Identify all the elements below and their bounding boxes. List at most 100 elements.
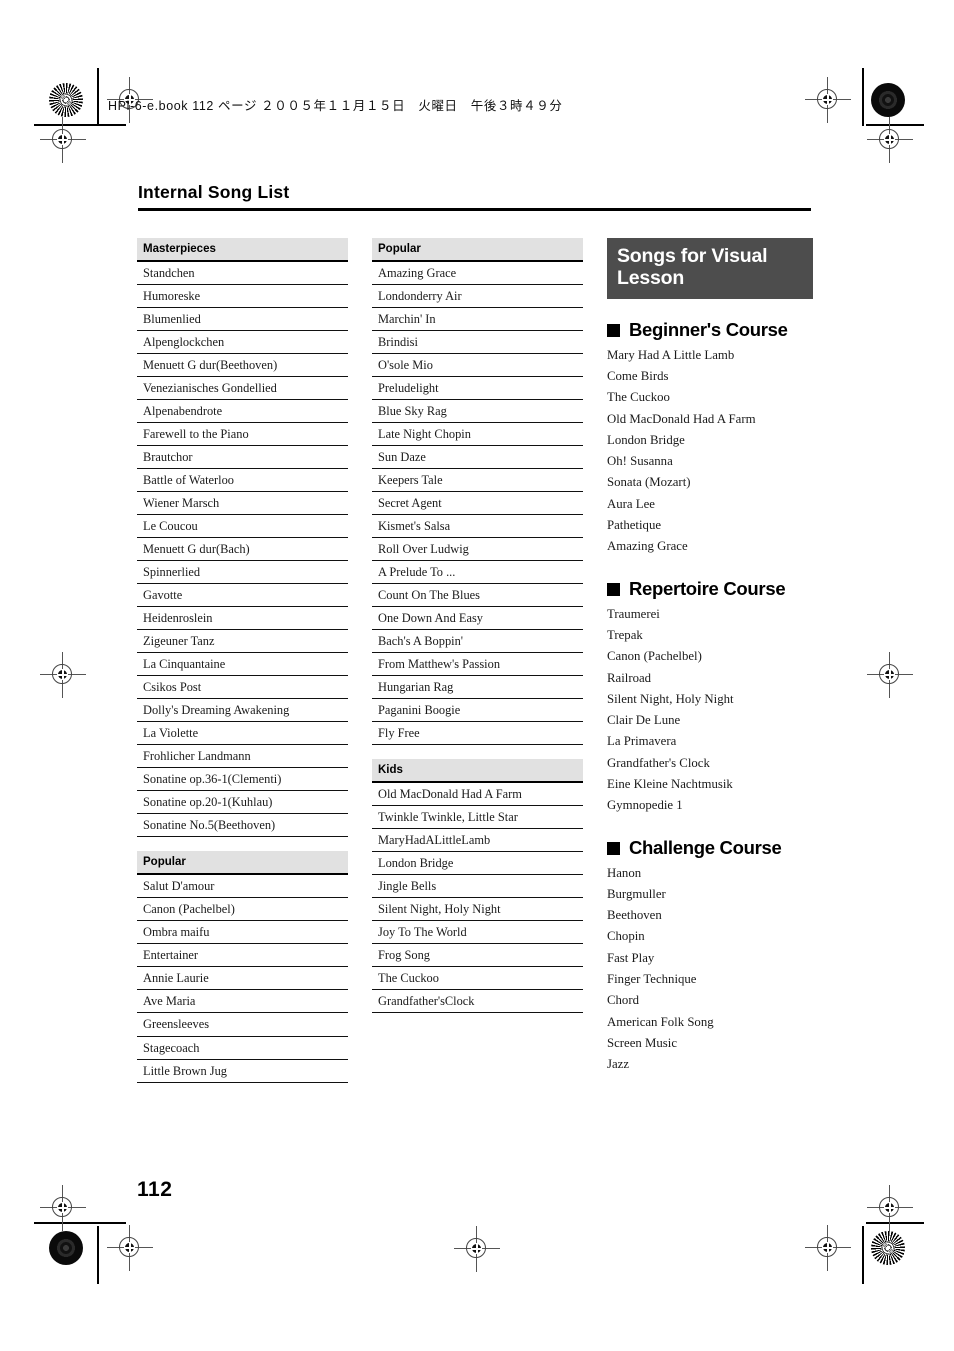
song-title: Little Brown Jug xyxy=(137,1059,348,1083)
table-row: Le Coucou xyxy=(137,514,348,539)
table-row: Amazing Grace xyxy=(372,261,583,286)
song-title: Humoreske xyxy=(137,284,348,309)
table-row: Brautchor xyxy=(137,445,348,470)
list-item: Grandfather's Clock xyxy=(607,755,710,770)
table-row: Old MacDonald Had A Farm xyxy=(372,782,583,807)
list-item: Come Birds xyxy=(607,368,669,383)
table-header-kids: Kids xyxy=(372,759,583,784)
table-row: Frog Song xyxy=(372,943,583,968)
course-song-list: Traumerei Trepak Canon (Pachelbel) Railroad… xyxy=(607,604,823,817)
list-item: Traumerei xyxy=(607,606,660,621)
song-title: From Matthew's Passion xyxy=(372,652,583,677)
table-row: Spinnerlied xyxy=(137,560,348,585)
song-title: Marchin' In xyxy=(372,307,583,332)
table-row: MaryHadALittleLamb xyxy=(372,828,583,853)
table-row: Alpenglockchen xyxy=(137,330,348,355)
table-row: Gavotte xyxy=(137,583,348,608)
song-title: Brindisi xyxy=(372,330,583,355)
song-title: Annie Laurie xyxy=(137,966,348,991)
table-row: Little Brown Jug xyxy=(137,1059,348,1083)
list-item: Trepak xyxy=(607,627,643,642)
song-title: Roll Over Ludwig xyxy=(372,537,583,562)
table-row: Late Night Chopin xyxy=(372,422,583,447)
table-row: A Prelude To ... xyxy=(372,560,583,585)
song-title: Grandfather'sClock xyxy=(372,989,583,1014)
song-title: Stagecoach xyxy=(137,1036,348,1060)
table-row: Blumenlied xyxy=(137,307,348,332)
song-title: Zigeuner Tanz xyxy=(137,629,348,654)
table-row: Sonatine op.20-1(Kuhlau) xyxy=(137,790,348,815)
table-row: Preludelight xyxy=(372,376,583,401)
song-title: Sun Daze xyxy=(372,445,583,470)
song-title: Alpenabendrote xyxy=(137,399,348,424)
table-body-kids: Old MacDonald Had A Farm Twinkle Twinkle,… xyxy=(372,782,583,1014)
table-row: Csikos Post xyxy=(137,675,348,700)
course-song-list: Hanon Burgmuller Beethoven Chopin Fast Play F… xyxy=(607,863,823,1076)
song-title: Alpenglockchen xyxy=(137,330,348,355)
document-page: HPi-6-e.book 112 ページ ２００５年１１月１５日 火曜日 午後３… xyxy=(0,0,954,1351)
column-one: Masterpieces Standchen Humoreske Blumenlie… xyxy=(137,238,348,1097)
table-row: Hungarian Rag xyxy=(372,675,583,700)
song-title: Preludelight xyxy=(372,376,583,401)
table-row: Dolly's Dreaming Awakening xyxy=(137,698,348,723)
table-row: Stagecoach xyxy=(137,1036,348,1060)
page-title: Internal Song List xyxy=(138,182,290,202)
song-title: Count On The Blues xyxy=(372,583,583,608)
list-item: Canon (Pachelbel) xyxy=(607,649,702,664)
song-title: Sonatine op.36-1(Clementi) xyxy=(137,767,348,792)
song-title: Paganini Boogie xyxy=(372,698,583,723)
table-row: Salut D'amour xyxy=(137,874,348,899)
page-number: 112 xyxy=(137,1178,173,1201)
list-item: American Folk Song xyxy=(607,1014,714,1029)
song-title: A Prelude To ... xyxy=(372,560,583,585)
song-table-popular-col2: Popular Amazing Grace Londonderry Air Marc… xyxy=(372,238,583,746)
song-title: Battle of Waterloo xyxy=(137,468,348,493)
song-title: Le Coucou xyxy=(137,514,348,539)
list-item: Aura Lee xyxy=(607,496,655,511)
song-title: Ave Maria xyxy=(137,989,348,1014)
table-body-popular-col2: Amazing Grace Londonderry Air Marchin' In B… xyxy=(372,261,583,746)
list-item: Beethoven xyxy=(607,908,662,923)
table-row: Secret Agent xyxy=(372,491,583,516)
list-item: Eine Kleine Nachtmusik xyxy=(607,777,733,791)
list-item: Finger Technique xyxy=(607,972,697,987)
song-title: Gavotte xyxy=(137,583,348,608)
table-row: Canon (Pachelbel) xyxy=(137,897,348,922)
course-heading: Challenge Course xyxy=(607,837,823,859)
list-item: Chord xyxy=(607,993,639,1008)
song-title: Menuett G dur(Bach) xyxy=(137,537,348,562)
song-title: Kismet's Salsa xyxy=(372,514,583,539)
bullet-square-icon xyxy=(607,842,620,856)
song-title: Blue Sky Rag xyxy=(372,399,583,424)
list-item: Old MacDonald Had A Farm xyxy=(607,411,756,426)
table-row: Sonatine No.5(Beethoven) xyxy=(137,813,348,838)
song-title: Keepers Tale xyxy=(372,468,583,493)
song-title: Old MacDonald Had A Farm xyxy=(372,782,583,807)
song-title: Canon (Pachelbel) xyxy=(137,897,348,922)
list-item: La Primavera xyxy=(607,734,677,749)
table-row: Fly Free xyxy=(372,721,583,746)
table-row: Silent Night, Holy Night xyxy=(372,897,583,922)
course-song-list: Mary Had A Little Lamb Come Birds The Cuck… xyxy=(607,345,823,558)
course-title: Repertoire Course xyxy=(629,577,786,599)
list-item: Burgmuller xyxy=(607,886,666,901)
list-item: Chopin xyxy=(607,929,645,944)
table-row: Twinkle Twinkle, Little Star xyxy=(372,805,583,830)
song-title: Frog Song xyxy=(372,943,583,968)
table-row: Heidenroslein xyxy=(137,606,348,631)
course-heading: Beginner's Course xyxy=(607,319,823,341)
list-item: Silent Night, Holy Night xyxy=(607,691,734,706)
song-title: The Cuckoo xyxy=(372,966,583,991)
table-row: La Cinquantaine xyxy=(137,652,348,677)
table-row: Frohlicher Landmann xyxy=(137,744,348,769)
table-row: Brindisi xyxy=(372,330,583,355)
song-table-popular-col1: Popular Salut D'amour Canon (Pachelbel) Om… xyxy=(137,851,348,1083)
list-item: Screen Music xyxy=(607,1035,678,1050)
song-title: Jingle Bells xyxy=(372,874,583,899)
table-row: From Matthew's Passion xyxy=(372,652,583,677)
table-row: Menuett G dur(Bach) xyxy=(137,537,348,562)
list-item: Oh! Susanna xyxy=(607,454,673,469)
table-row: Jingle Bells xyxy=(372,874,583,899)
song-title: Csikos Post xyxy=(137,675,348,700)
song-title: Menuett G dur(Beethoven) xyxy=(137,353,348,378)
